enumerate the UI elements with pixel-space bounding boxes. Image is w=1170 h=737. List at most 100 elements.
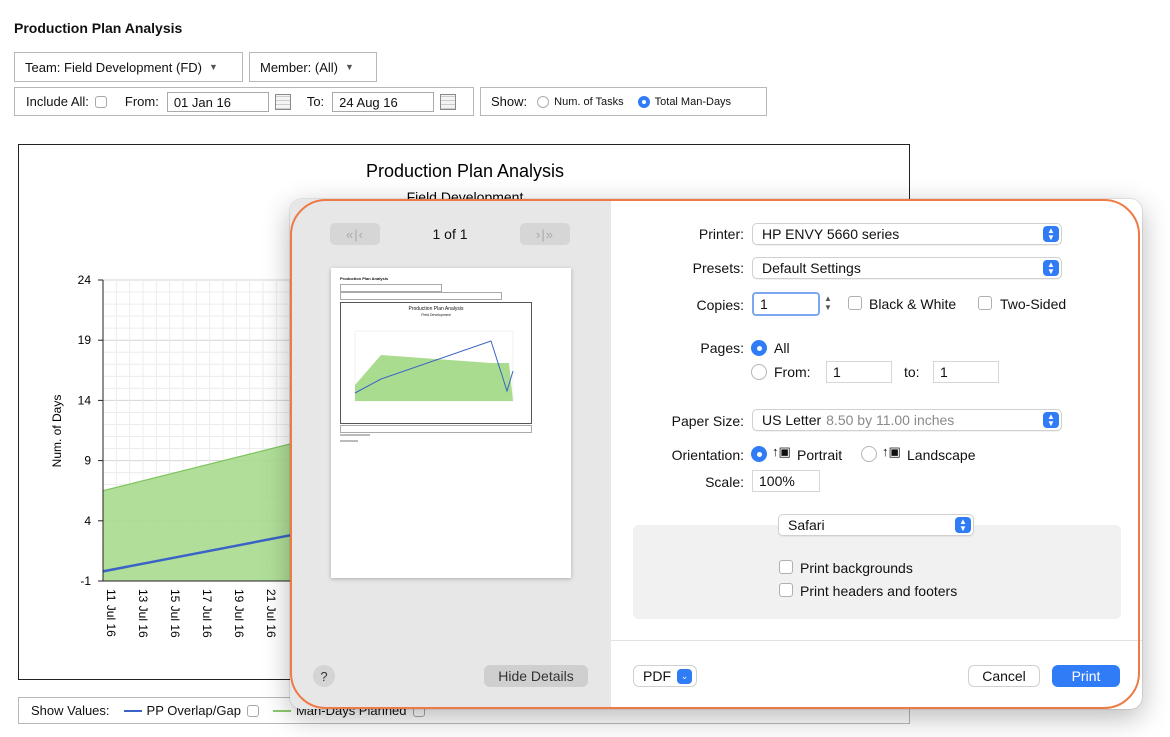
copies-input[interactable]: 1	[752, 292, 820, 316]
portrait-radio[interactable]	[751, 446, 767, 462]
updown-icon: ▲ ▼	[955, 517, 971, 533]
printer-label: Printer:	[698, 226, 744, 242]
include-all-checkbox[interactable]	[94, 95, 107, 108]
presets-label: Presets:	[692, 260, 744, 276]
from-label: From:	[124, 94, 159, 109]
updown-icon: ▲ ▼	[1043, 260, 1059, 276]
footer-divider	[611, 640, 1142, 641]
x-tick-label: 13 Jul 16	[136, 589, 150, 638]
landscape-radio[interactable]	[861, 446, 877, 462]
pdf-menu-button[interactable]: PDF ⌄	[633, 665, 697, 687]
x-tick-label: 21 Jul 16	[264, 589, 278, 638]
copies-label: Copies:	[696, 297, 744, 313]
team-select[interactable]: Team: Field Development (FD) ▼	[14, 52, 243, 82]
two-sided-checkbox[interactable]	[978, 296, 992, 310]
show-label: Show:	[491, 94, 528, 109]
paper-size-label: Paper Size:	[671, 413, 744, 429]
include-all-label: Include All:	[26, 94, 89, 109]
scale-label: Scale:	[705, 474, 744, 490]
to-label: To:	[306, 94, 325, 109]
scale-input[interactable]: 100%	[752, 470, 820, 492]
to-date-input[interactable]: 24 Aug 16	[332, 91, 435, 112]
prev-page-button[interactable]: «|‹	[330, 223, 380, 245]
y-tick-label: -1	[80, 574, 91, 588]
updown-icon: ▲ ▼	[1043, 226, 1059, 242]
x-tick-label: 15 Jul 16	[168, 589, 182, 638]
x-tick-label: 11 Jul 16	[104, 589, 118, 637]
print-headers-label: Print headers and footers	[800, 583, 958, 599]
last-page-icon: ›|»	[536, 226, 554, 242]
pages-range-radio[interactable]	[751, 364, 767, 380]
page-counter: 1 of 1	[432, 226, 468, 242]
preview-page-title: Production Plan Analysis	[340, 276, 389, 281]
show-mode-group: Show: Num. of Tasks Total Man-Days	[480, 87, 767, 116]
chart-title: Production Plan Analysis	[366, 161, 564, 181]
app-section-select[interactable]: Safari ▲ ▼	[778, 514, 974, 536]
chevron-down-icon: ⌄	[677, 669, 692, 684]
portrait-label: Portrait	[797, 447, 843, 463]
preview-filter-box	[340, 292, 502, 300]
preview-chart-box: Production Plan Analysis Field Developme…	[340, 302, 532, 424]
two-sided-label: Two-Sided	[1000, 296, 1067, 312]
landscape-icon: ↑▣	[882, 444, 901, 459]
md-legend-swatch	[272, 709, 291, 712]
print-button[interactable]: Print	[1052, 665, 1120, 687]
page-title: Production Plan Analysis	[14, 20, 183, 36]
first-page-icon: «|‹	[346, 226, 364, 242]
pp-values-checkbox[interactable]	[246, 704, 259, 717]
y-tick-label: 9	[84, 454, 91, 468]
calendar-icon[interactable]	[274, 93, 291, 110]
pp-legend-swatch	[123, 709, 142, 712]
y-tick-label: 24	[78, 273, 92, 287]
presets-value: Default Settings	[762, 260, 861, 276]
printer-select[interactable]: HP ENVY 5660 series ▲ ▼	[752, 223, 1062, 245]
pages-all-label: All	[774, 340, 790, 356]
chevron-down-icon: ▼	[209, 62, 218, 72]
preview-legend-box	[340, 425, 532, 433]
tasks-radio[interactable]	[537, 95, 550, 108]
y-tick-label: 19	[78, 333, 92, 347]
member-select[interactable]: Member: (All) ▼	[249, 52, 377, 82]
y-axis-label: Num. of Days	[50, 395, 64, 468]
preview-text-line	[340, 434, 370, 436]
pages-to-label: to:	[904, 364, 920, 380]
mandays-radio-label: Total Man-Days	[654, 95, 732, 108]
help-button[interactable]: ?	[313, 665, 335, 687]
pages-all-radio[interactable]	[751, 340, 767, 356]
presets-select[interactable]: Default Settings ▲ ▼	[752, 257, 1062, 279]
copies-stepper-icon[interactable]: ▲ ▼	[824, 294, 832, 312]
print-backgrounds-label: Print backgrounds	[800, 560, 913, 576]
preview-chart-mini	[354, 330, 514, 402]
pdf-label: PDF	[643, 668, 671, 684]
paper-size-select[interactable]: US Letter 8.50 by 11.00 inches ▲ ▼	[752, 409, 1062, 431]
updown-icon: ▲ ▼	[1043, 412, 1059, 428]
black-white-checkbox[interactable]	[848, 296, 862, 310]
x-tick-label: 19 Jul 16	[232, 589, 246, 638]
orientation-label: Orientation:	[671, 447, 744, 463]
mandays-radio[interactable]	[637, 95, 650, 108]
member-select-label: Member: (All)	[260, 59, 339, 75]
print-backgrounds-checkbox[interactable]	[779, 560, 793, 574]
calendar-icon[interactable]	[440, 93, 457, 110]
x-tick-label: 17 Jul 16	[200, 589, 214, 638]
show-values-label: Show Values:	[31, 703, 110, 718]
pages-from-input[interactable]: 1	[826, 361, 892, 383]
cancel-button[interactable]: Cancel	[968, 665, 1040, 687]
black-white-label: Black & White	[869, 296, 957, 312]
next-page-button[interactable]: ›|»	[520, 223, 570, 245]
print-dialog: «|‹ 1 of 1 ›|» Production Plan Analysis …	[290, 199, 1142, 709]
chevron-down-icon: ▼	[345, 62, 354, 72]
preview-pane: «|‹ 1 of 1 ›|» Production Plan Analysis …	[290, 199, 611, 709]
page-preview: Production Plan Analysis Production Plan…	[331, 268, 571, 578]
preview-filter-box	[340, 284, 442, 292]
printer-value: HP ENVY 5660 series	[762, 226, 900, 242]
landscape-label: Landscape	[907, 447, 976, 463]
print-headers-checkbox[interactable]	[779, 583, 793, 597]
hide-details-button[interactable]: Hide Details	[484, 665, 588, 687]
pages-to-input[interactable]: 1	[933, 361, 999, 383]
paper-size-detail: 8.50 by 11.00 inches	[826, 412, 955, 428]
tasks-radio-label: Num. of Tasks	[554, 95, 624, 108]
from-date-input[interactable]: 01 Jan 16	[166, 91, 269, 112]
pp-legend-label: PP Overlap/Gap	[146, 703, 241, 718]
y-tick-label: 4	[84, 514, 91, 528]
